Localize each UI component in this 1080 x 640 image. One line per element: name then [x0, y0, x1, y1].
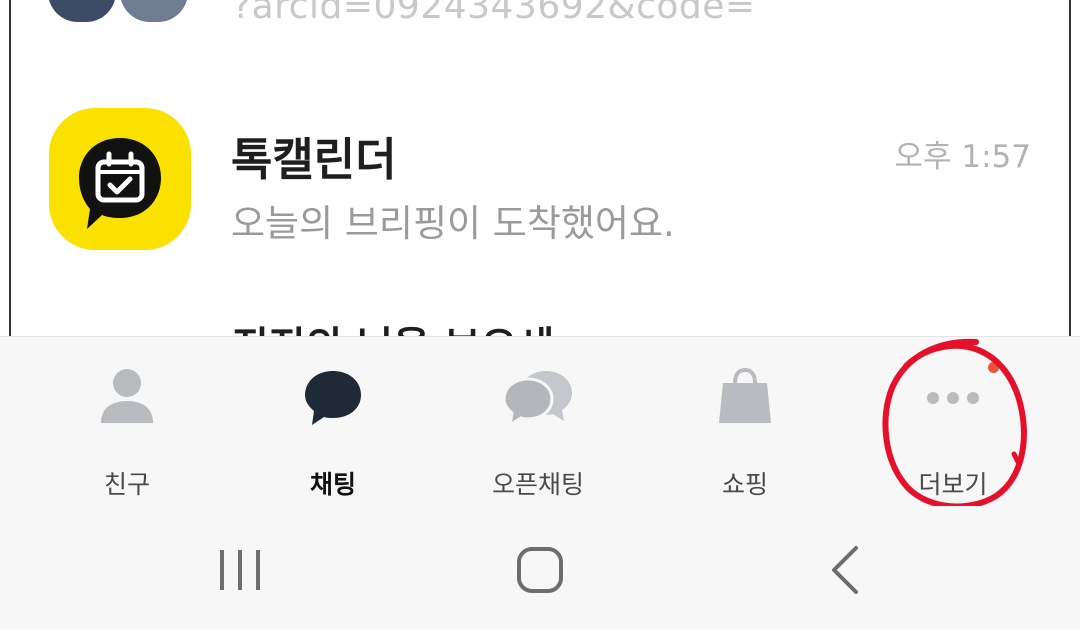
tab-label: 채팅 — [309, 470, 356, 499]
open-chat-icon — [502, 371, 572, 427]
chat-title: 톡캘린더 — [231, 133, 397, 186]
tab-shopping[interactable]: 쇼핑 — [665, 365, 825, 499]
chat-list-item-talk-calendar[interactable]: 톡캘린더 오후 1:57 오늘의 브리핑이 도착했어요. — [11, 95, 1069, 265]
next-row-title[interactable]: 진진의 님을 보오세 — [232, 318, 554, 338]
chat-timestamp: 오후 1:57 — [894, 139, 1031, 175]
chat-preview-text: 오늘의 브리핑이 도착했어요. — [231, 202, 675, 245]
chat-bubble-icon — [305, 371, 361, 425]
tab-open-chat[interactable]: 오픈채팅 — [458, 365, 618, 499]
calendar-chat-icon — [79, 138, 161, 229]
shopping-bag-icon — [719, 367, 771, 423]
avatar — [48, 0, 116, 22]
back-icon[interactable] — [822, 544, 874, 596]
avatar — [120, 0, 188, 22]
tab-friends[interactable]: 친구 — [47, 365, 207, 499]
previous-row-avatar[interactable] — [48, 0, 198, 22]
person-icon — [101, 369, 153, 423]
tab-label: 쇼핑 — [721, 470, 768, 499]
tab-chats[interactable]: 채팅 — [253, 365, 413, 499]
system-navigation-bar — [0, 506, 1080, 630]
tab-label: 친구 — [103, 470, 150, 499]
home-icon[interactable] — [514, 544, 566, 596]
previous-row-preview: ?arcid=0924343692&code= — [232, 0, 756, 27]
talk-calendar-avatar — [49, 108, 191, 250]
recent-apps-icon[interactable] — [214, 544, 266, 596]
tab-label: 오픈채팅 — [491, 470, 584, 499]
annotation-circle — [882, 338, 1027, 510]
